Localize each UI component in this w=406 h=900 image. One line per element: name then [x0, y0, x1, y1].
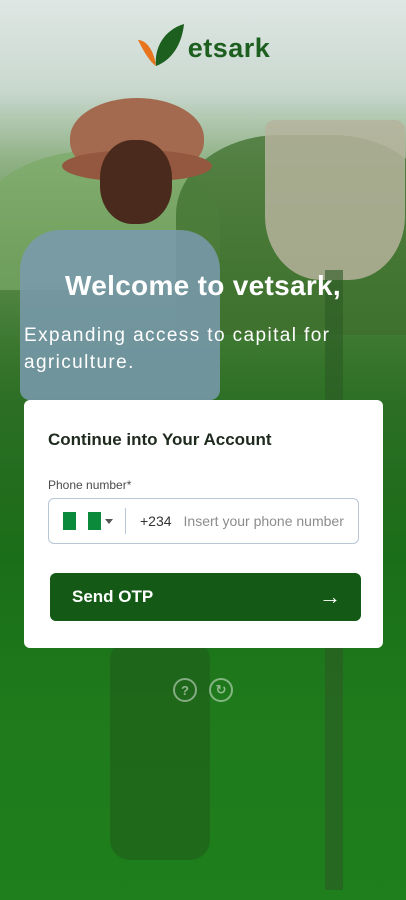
- support-icon[interactable]: ↻: [209, 678, 233, 702]
- shovel-blade: [265, 120, 405, 280]
- farmer-legs: [110, 640, 210, 860]
- leaf-v-logo-icon: [136, 22, 186, 74]
- logo-wordmark: etsark: [187, 32, 271, 63]
- send-otp-label: Send OTP: [72, 587, 154, 606]
- vetsark-logo: etsark: [0, 22, 406, 74]
- help-icon[interactable]: ?: [173, 678, 197, 702]
- tagline: Expanding access to capital for agricult…: [24, 325, 331, 373]
- farmer-face: [100, 140, 172, 224]
- welcome-heading: Welcome to vetsark,: [65, 270, 341, 301]
- nigeria-flag-icon[interactable]: [63, 512, 102, 530]
- send-otp-button[interactable]: Send OTP →: [50, 573, 361, 621]
- card-title: Continue into Your Account: [48, 430, 272, 449]
- country-code: +234: [140, 513, 172, 529]
- login-card: Continue into Your Account Phone number*…: [24, 400, 383, 648]
- arrow-right-icon: →: [319, 584, 341, 609]
- phone-field: +234: [48, 498, 359, 544]
- footer-icons: ? ↻: [0, 678, 406, 702]
- phone-input[interactable]: [183, 513, 344, 529]
- phone-number-label: Phone number*: [48, 478, 132, 492]
- field-divider: [125, 508, 126, 534]
- chevron-down-icon[interactable]: [105, 518, 113, 524]
